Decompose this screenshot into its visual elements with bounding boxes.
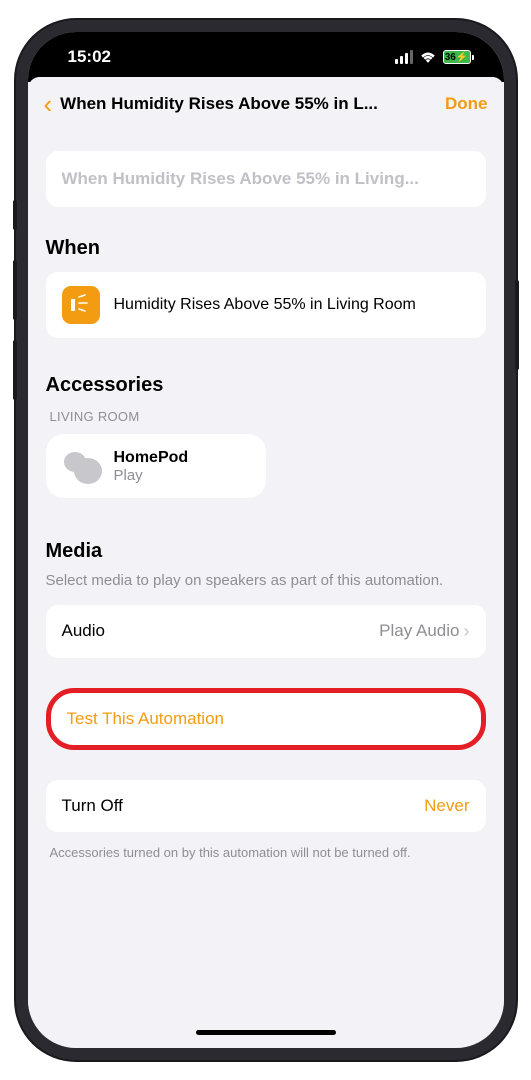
done-button[interactable]: Done — [445, 94, 488, 114]
sensor-icon — [62, 286, 100, 324]
turn-off-row[interactable]: Turn Off Never — [46, 780, 486, 832]
section-media-title: Media — [46, 540, 486, 563]
turn-off-footer: Accessories turned on by this automation… — [46, 844, 486, 862]
accessory-homepod[interactable]: HomePod Play — [46, 434, 266, 498]
automation-name-input[interactable]: When Humidity Rises Above 55% in Living.… — [46, 151, 486, 207]
automation-name-text: When Humidity Rises Above 55% in Living.… — [62, 169, 470, 189]
accessory-name: HomePod — [114, 449, 189, 467]
status-time: 15:02 — [68, 47, 111, 67]
cellular-signal-icon — [395, 50, 413, 64]
battery-icon: 36⚡ — [443, 50, 474, 64]
when-condition-row[interactable]: Humidity Rises Above 55% in Living Room — [46, 272, 486, 338]
test-automation-button[interactable]: Test This Automation — [46, 688, 486, 750]
when-condition-text: Humidity Rises Above 55% in Living Room — [114, 295, 416, 316]
accessory-status: Play — [114, 467, 189, 484]
chevron-right-icon: › — [464, 621, 470, 642]
audio-value: Play Audio — [379, 621, 459, 641]
back-button[interactable]: ‹ — [44, 91, 53, 117]
audio-row[interactable]: Audio Play Audio › — [46, 605, 486, 658]
homepod-icon — [62, 448, 102, 484]
test-automation-label: Test This Automation — [67, 709, 225, 728]
media-subtitle: Select media to play on speakers as part… — [46, 571, 486, 591]
wifi-icon — [419, 50, 437, 64]
section-when-title: When — [46, 237, 486, 260]
turn-off-value: Never — [424, 796, 469, 816]
section-accessories-title: Accessories — [46, 374, 486, 397]
home-indicator[interactable] — [196, 1030, 336, 1035]
room-label: LIVING ROOM — [50, 409, 486, 424]
turn-off-label: Turn Off — [62, 796, 123, 816]
audio-label: Audio — [62, 621, 105, 641]
page-title: When Humidity Rises Above 55% in L... — [60, 94, 445, 114]
